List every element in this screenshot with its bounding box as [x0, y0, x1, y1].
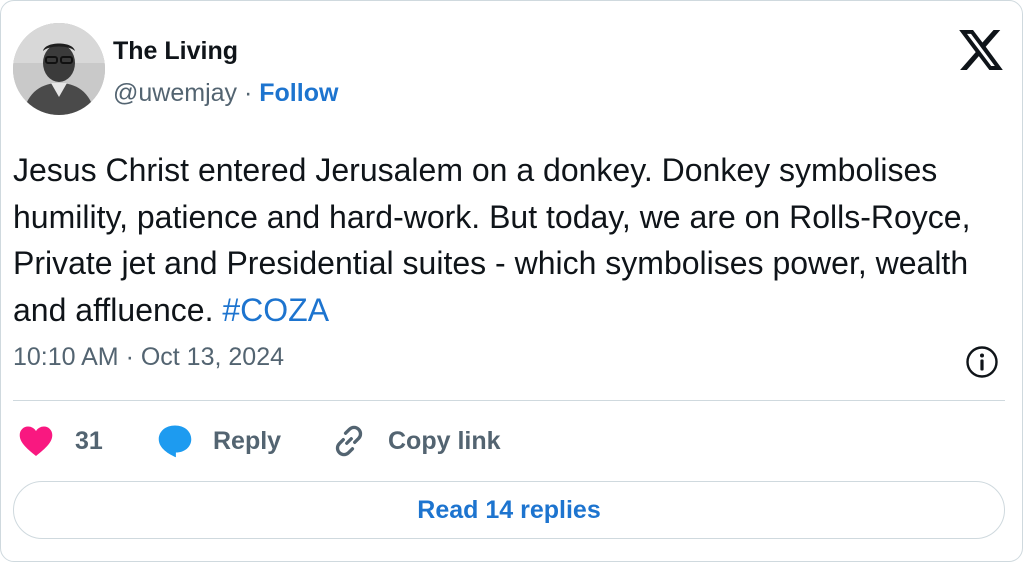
follow-button[interactable]: Follow	[259, 79, 338, 107]
avatar-photo	[13, 23, 105, 115]
reply-label: Reply	[213, 426, 282, 455]
author-handle-row: @uwemjay · Follow	[113, 79, 338, 108]
info-icon[interactable]	[965, 345, 999, 379]
speech-bubble-icon	[158, 425, 192, 458]
avatar[interactable]	[13, 23, 105, 115]
divider	[13, 400, 1005, 401]
link-icon	[335, 425, 363, 457]
hashtag-link[interactable]: #COZA	[222, 292, 329, 328]
tweet-timestamp[interactable]: 10:10 AM · Oct 13, 2024	[13, 343, 284, 372]
read-replies-label: Read 14 replies	[417, 495, 601, 524]
tweet-card: The Living @uwemjay · Follow Jesus Chris…	[0, 0, 1023, 562]
handle-separator: ·	[243, 79, 253, 107]
like-button[interactable]: 31	[19, 421, 103, 461]
tweet-text: Jesus Christ entered Jerusalem on a donk…	[13, 147, 1003, 333]
author-display-name[interactable]: The Living	[113, 37, 238, 66]
author-handle[interactable]: @uwemjay	[113, 79, 237, 107]
tweet-body: Jesus Christ entered Jerusalem on a donk…	[13, 152, 971, 328]
like-count: 31	[75, 426, 103, 455]
copy-link-label: Copy link	[388, 426, 501, 455]
x-logo-icon[interactable]	[959, 30, 1003, 70]
copy-link-button[interactable]: Copy link	[331, 421, 501, 461]
read-replies-button[interactable]: Read 14 replies	[13, 481, 1005, 539]
reply-button[interactable]: Reply	[157, 421, 281, 461]
heart-icon	[19, 426, 53, 457]
